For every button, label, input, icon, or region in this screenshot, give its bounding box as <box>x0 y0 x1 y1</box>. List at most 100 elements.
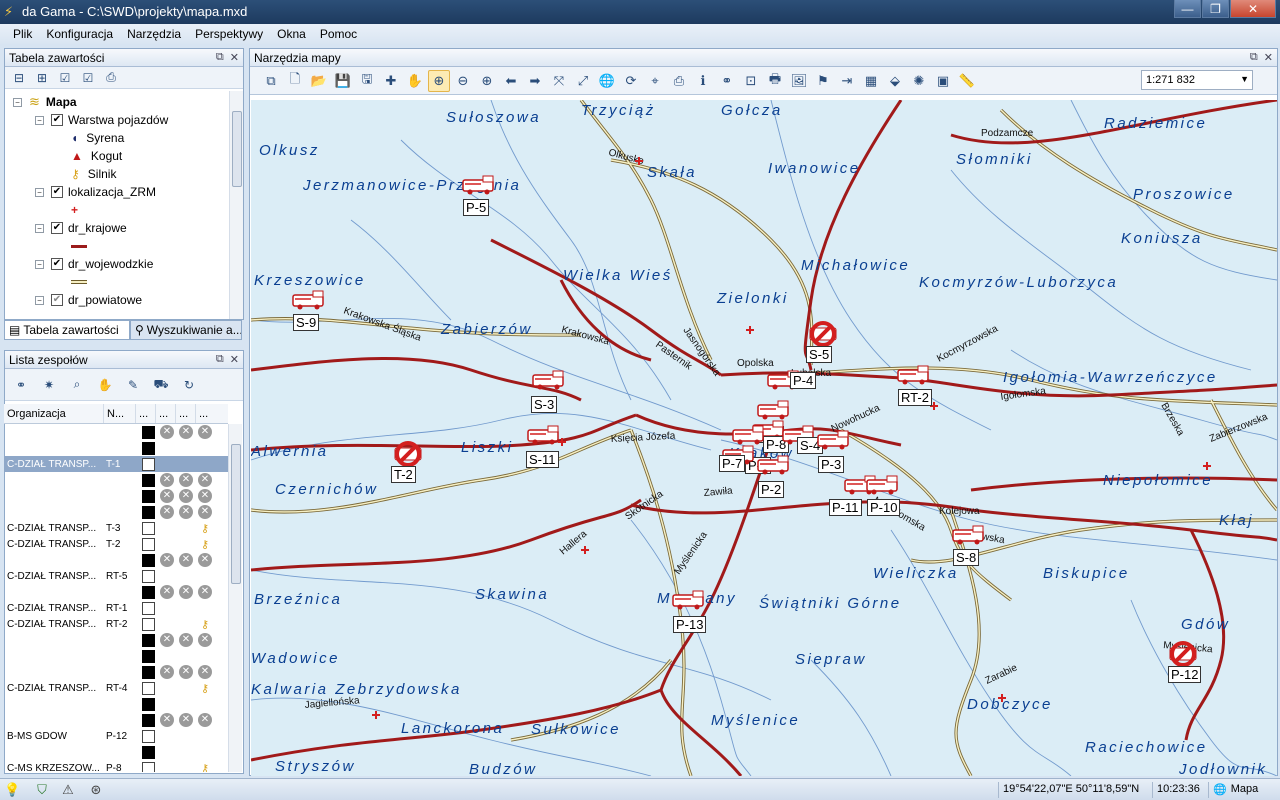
ambulance-icon[interactable] <box>756 455 792 475</box>
layer-checkbox[interactable]: ✔ <box>51 114 63 126</box>
attributes-icon[interactable]: ▣ <box>932 70 954 92</box>
shield-icon[interactable]: ⛉ <box>34 782 50 798</box>
unit-label[interactable]: RT-2 <box>898 389 932 406</box>
menu-konfiguracja[interactable]: Konfiguracja <box>39 27 120 41</box>
refresh-icon[interactable]: ⟳ <box>620 70 642 92</box>
grid-icon[interactable]: ▦ <box>860 70 882 92</box>
unit-label[interactable]: P-3 <box>818 456 845 473</box>
binoculars-icon[interactable]: ⚭ <box>11 376 31 394</box>
unit-label[interactable]: P-11 <box>829 499 862 516</box>
status-checkbox[interactable] <box>142 457 155 471</box>
collapse-icon[interactable]: − <box>35 295 44 305</box>
unit-label[interactable]: P-10 <box>867 499 901 516</box>
status-checkbox[interactable] <box>142 729 155 743</box>
status-checkbox[interactable] <box>142 537 155 551</box>
ambulance-icon[interactable] <box>526 425 562 445</box>
table-row[interactable]: ✕ ✕ ✕ <box>4 552 228 568</box>
unit-label[interactable]: S-9 <box>293 314 320 331</box>
table-row[interactable]: ✕ ✕ ✕ <box>4 664 228 680</box>
unit-label[interactable]: S-8 <box>953 549 980 566</box>
col-organizacja[interactable]: Organizacja <box>4 404 104 423</box>
status-checkbox[interactable] <box>142 761 155 772</box>
close-button[interactable]: ✕ <box>1230 0 1276 18</box>
menu-plik[interactable]: Plik <box>6 27 39 41</box>
new-icon[interactable]: 🗋 <box>284 70 306 92</box>
menu-perspektywy[interactable]: Perspektywy <box>188 27 270 41</box>
cancel-icon[interactable]: ✕ <box>160 665 174 679</box>
tab-tabela-zawartosci[interactable]: ▤ Tabela zawartości <box>4 320 130 340</box>
pan-icon[interactable]: ✋ <box>404 70 426 92</box>
refresh-icon[interactable]: ↻ <box>179 376 199 394</box>
tab-wyszukiwanie[interactable]: ⚲ Wyszukiwanie a... <box>130 320 242 340</box>
scroll-thumb[interactable] <box>232 111 242 187</box>
status-checkbox[interactable] <box>142 617 155 631</box>
goto-xy-icon[interactable]: ⌖ <box>644 70 666 92</box>
ambulance-icon[interactable] <box>816 430 852 450</box>
edit-icon[interactable]: ✎ <box>123 376 143 394</box>
ambulance-icon[interactable] <box>951 525 987 545</box>
cancel-icon[interactable]: ✕ <box>160 713 174 727</box>
add-layer-icon[interactable]: ✚ <box>380 70 402 92</box>
table-row[interactable] <box>4 744 228 760</box>
scroll-thumb[interactable] <box>231 444 241 584</box>
collapse-icon[interactable]: − <box>35 115 44 125</box>
table-row[interactable]: ✕ ✕ ✕ <box>4 424 228 440</box>
unit-label[interactable]: P-7 <box>719 455 746 472</box>
table-row[interactable]: ✕ ✕ ✕ <box>4 584 228 600</box>
unit-label[interactable]: P-2 <box>758 481 785 498</box>
table-row[interactable]: ✕ ✕ ✕ <box>4 472 228 488</box>
table-row[interactable]: ✕ ✕ ✕ <box>4 712 228 728</box>
uncheck-all-icon[interactable]: ☑ <box>78 69 98 87</box>
table-row[interactable] <box>4 440 228 456</box>
float-icon[interactable]: ⧉ <box>1250 51 1258 64</box>
network-icon[interactable]: ✺ <box>908 70 930 92</box>
collapse-icon[interactable]: − <box>13 97 22 107</box>
unavailable-vehicle-icon[interactable] <box>391 440 427 467</box>
unit-label[interactable]: P-4 <box>790 372 817 389</box>
table-row[interactable]: ✕ ✕ ✕ <box>4 632 228 648</box>
route-icon[interactable]: ⚑ <box>812 70 834 92</box>
cancel-icon[interactable]: ✕ <box>160 553 174 567</box>
copy-icon[interactable]: ⧉ <box>260 70 282 92</box>
ambulance-icon[interactable] <box>531 370 567 390</box>
table-row[interactable]: C-DZIAŁ TRANSP... RT-5 <box>4 568 228 584</box>
unit-label[interactable]: S-11 <box>526 451 559 468</box>
cancel-icon[interactable]: ✕ <box>179 585 193 599</box>
table-row[interactable] <box>4 696 228 712</box>
ambulance-icon[interactable] <box>671 590 707 610</box>
col-3[interactable]: ... <box>136 404 156 423</box>
tree-item-lokalizacja[interactable]: − ✔ lokalizacja_ZRM <box>35 183 156 201</box>
cancel-icon[interactable]: ✕ <box>198 633 212 647</box>
ambulance-icon[interactable] <box>756 400 792 420</box>
back-icon[interactable]: ⬅ <box>500 70 522 92</box>
table-row[interactable]: B-MS GDÓW P-12 <box>4 728 228 744</box>
fixed-zoom-out-icon[interactable]: ⤧ <box>548 70 570 92</box>
layer-checkbox[interactable]: ✔ <box>51 294 63 306</box>
layer-checkbox[interactable]: ✔ <box>51 258 63 270</box>
cancel-icon[interactable]: ✕ <box>179 425 193 439</box>
cancel-icon[interactable]: ✕ <box>179 489 193 503</box>
forward-icon[interactable]: ➡ <box>524 70 546 92</box>
layer-checkbox[interactable]: ✔ <box>51 186 63 198</box>
unavailable-vehicle-icon[interactable] <box>806 320 842 347</box>
cancel-icon[interactable]: ✕ <box>160 505 174 519</box>
measure-icon[interactable]: 📏 <box>956 70 978 92</box>
table-row[interactable]: C-DZIAŁ TRANSP... RT-1 <box>4 600 228 616</box>
bulb-icon[interactable]: 💡 <box>4 782 20 798</box>
cancel-icon[interactable]: ✕ <box>198 505 212 519</box>
tree-item-mapa[interactable]: − ≋ Mapa <box>13 93 77 111</box>
table-row[interactable]: C-DZIAŁ TRANSP... T-3 ⚷ <box>4 520 228 536</box>
export-icon[interactable]: ⇥ <box>836 70 858 92</box>
ambulance-icon[interactable] <box>291 290 327 310</box>
zoom-team-icon[interactable]: ⌕ <box>67 376 87 394</box>
table-row[interactable]: C-DZIAŁ TRANSP... T-1 <box>4 456 228 472</box>
status-square[interactable] <box>142 473 155 487</box>
menu-pomoc[interactable]: Pomoc <box>313 27 364 41</box>
status-square[interactable] <box>142 425 155 439</box>
cancel-icon[interactable]: ✕ <box>160 489 174 503</box>
open-icon[interactable]: 📂 <box>308 70 330 92</box>
status-checkbox[interactable] <box>142 681 155 695</box>
image-icon[interactable]: 🖼 <box>788 70 810 92</box>
float-icon[interactable]: ⧉ <box>216 353 224 366</box>
status-square[interactable] <box>142 441 155 455</box>
